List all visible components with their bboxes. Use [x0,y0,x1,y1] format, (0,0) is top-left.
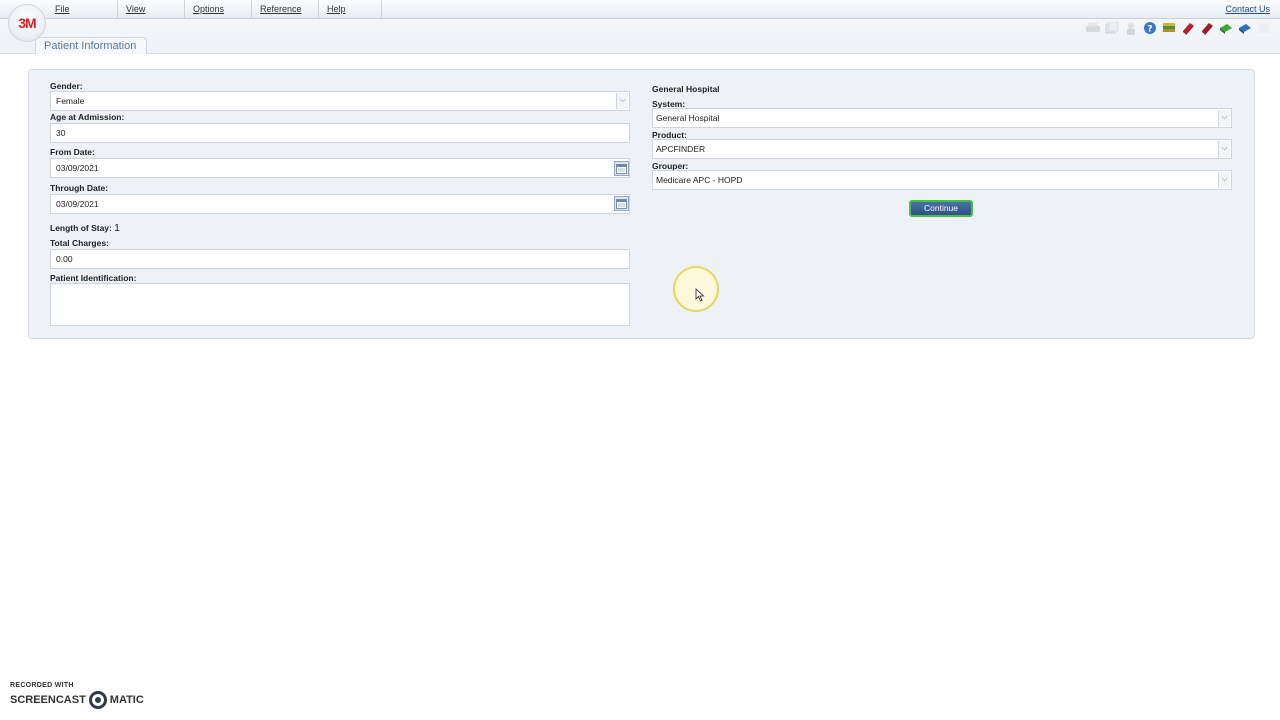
menu-help[interactable]: Help [319,0,382,18]
watermark-line2a: SCREENCAST [10,694,86,706]
total-charges-label: Total Charges: [50,238,109,248]
red-book-icon[interactable] [1180,21,1196,35]
disabled-icon [1256,21,1272,35]
length-of-stay-label: Length of Stay: 1 [50,223,120,234]
user-icon[interactable] [1123,21,1139,35]
svg-text:?: ? [1147,25,1152,35]
tab-patient-information[interactable]: Patient Information [35,37,148,54]
gender-value: Female [56,96,85,106]
facility-heading: General Hospital [652,84,720,94]
through-date-label: Through Date: [50,183,109,193]
gender-label: Gender: [50,81,83,91]
watermark-line2b: MATIC [109,694,144,706]
product-select[interactable]: APCFINDER ⌵ [652,139,1232,159]
record-icon [88,691,107,709]
total-charges-input[interactable]: 0.00 [50,249,630,269]
menu-options[interactable]: Options [185,0,252,18]
chevron-down-icon[interactable]: ⌵ [616,93,628,109]
contact-us-link[interactable]: Contact Us [1225,0,1270,18]
blue-book-icon[interactable] [1237,21,1253,35]
menu-file[interactable]: File [47,0,118,18]
chevron-down-icon[interactable]: ⌵ [1218,110,1230,126]
mouse-pointer-icon [695,288,705,302]
through-date-input[interactable]: 03/09/2021 [50,194,630,214]
main-menu: File View Options Reference Help [47,0,382,18]
chevron-down-icon[interactable]: ⌵ [1218,172,1230,188]
product-value: APCFINDER [656,144,706,154]
system-select[interactable]: General Hospital ⌵ [652,108,1232,128]
los-label-text: Length of Stay: [50,223,112,233]
watermark-line1: RECORDED WITH [10,682,74,689]
green-book-icon[interactable] [1218,21,1234,35]
stack-books-icon[interactable] [1161,21,1177,35]
red-book-2-icon[interactable] [1199,21,1215,35]
age-label: Age at Admission: [50,112,125,122]
menu-bar: File View Options Reference Help Contact… [0,0,1280,19]
calendar-icon[interactable] [614,161,629,176]
3m-logo: 3M [8,4,46,42]
gender-select[interactable]: Female ⌵ [50,91,630,111]
grouper-value: Medicare APC - HOPD [656,175,743,185]
menu-reference[interactable]: Reference [252,0,319,18]
patient-id-textarea[interactable] [50,283,630,326]
age-input[interactable]: 30 [50,123,630,143]
print-icon[interactable] [1085,21,1101,35]
calendar-icon[interactable] [614,196,629,211]
continue-button[interactable]: Continue [909,200,973,217]
from-date-input[interactable]: 03/09/2021 [50,158,630,178]
from-date-label: From Date: [50,147,95,157]
copy-icon[interactable] [1104,21,1120,35]
chevron-down-icon[interactable]: ⌵ [1218,141,1230,157]
logo-text: 3M [18,15,36,31]
toolbar: ? [1085,21,1272,35]
system-value: General Hospital [656,113,720,123]
grouper-select[interactable]: Medicare APC - HOPD ⌵ [652,170,1232,190]
help-icon[interactable]: ? [1142,21,1158,35]
screencast-watermark: RECORDED WITH SCREENCAST MATIC [10,682,144,709]
menu-view[interactable]: View [118,0,185,18]
los-value: 1 [114,223,120,234]
patient-id-label: Patient Identification: [50,273,137,283]
